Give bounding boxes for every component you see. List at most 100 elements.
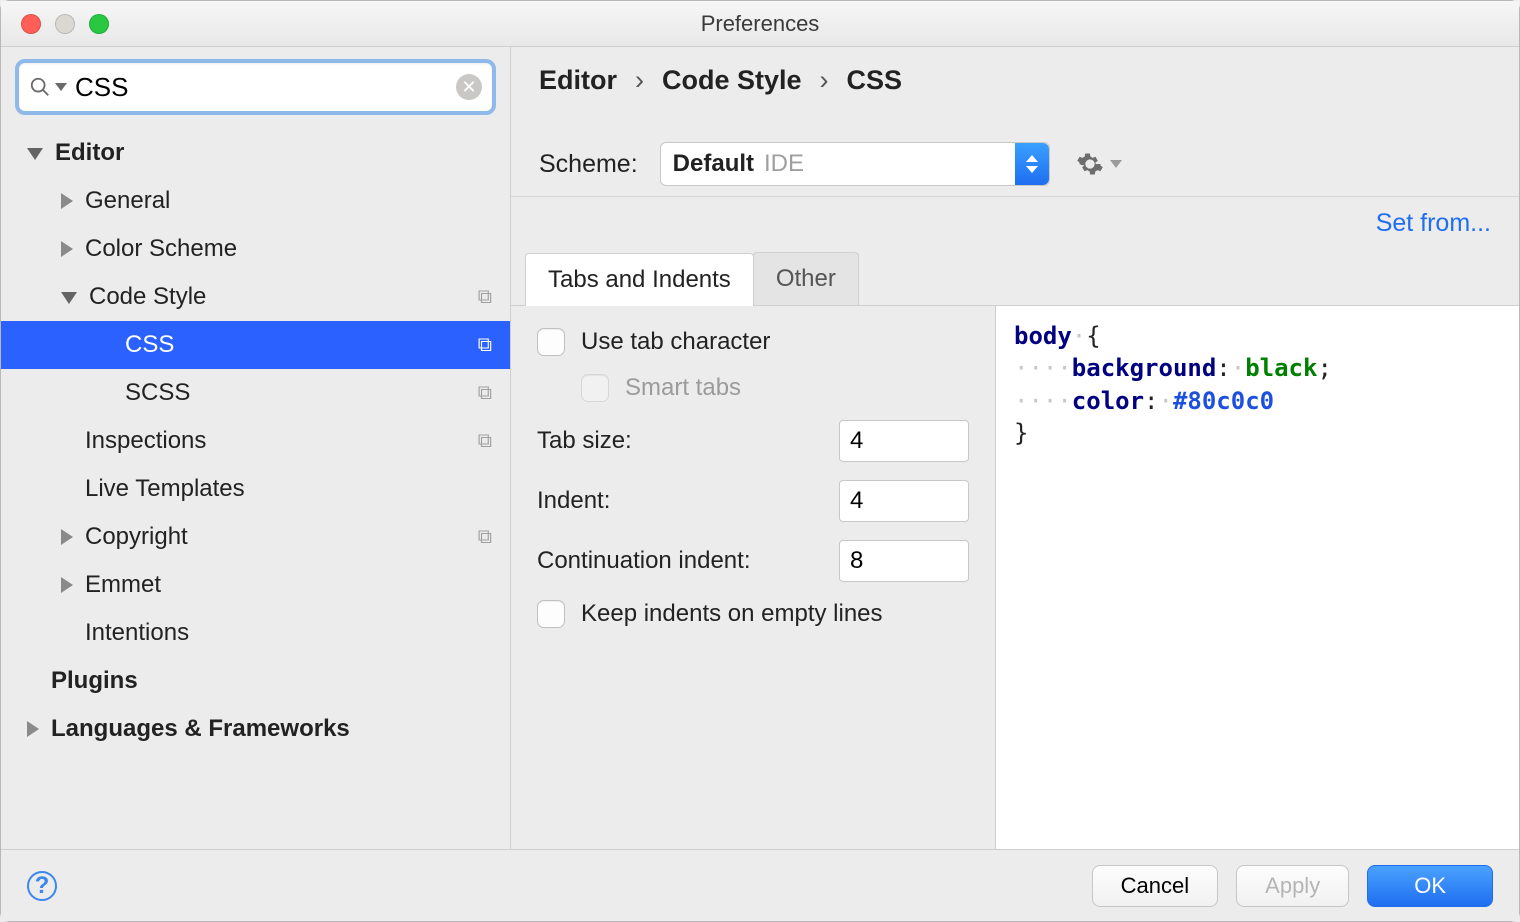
scheme-actions-button[interactable] — [1076, 150, 1122, 178]
preview-prop2: color — [1072, 387, 1144, 415]
crumb-css: CSS — [847, 65, 903, 96]
preview-val2: #80c0c0 — [1173, 387, 1274, 415]
scheme-name: Default — [673, 150, 754, 178]
tab-other[interactable]: Other — [753, 252, 859, 305]
ok-button[interactable]: OK — [1367, 865, 1493, 907]
tree-item-languages-frameworks[interactable]: Languages & Frameworks — [1, 705, 510, 753]
tab-size-input[interactable] — [839, 420, 969, 462]
scheme-label: Scheme: — [539, 150, 638, 179]
help-button[interactable]: ? — [27, 871, 57, 901]
window-title: Preferences — [1, 11, 1519, 37]
tree-item-label: Copyright — [85, 523, 478, 551]
tree-item-editor[interactable]: Editor — [1, 129, 510, 177]
smart-tabs-label: Smart tabs — [625, 374, 741, 402]
disclosure-icon[interactable] — [61, 241, 73, 257]
tree-item-live-templates[interactable]: Live Templates — [1, 465, 510, 513]
scheme-row: Scheme: Default IDE — [511, 118, 1519, 197]
crumb-sep: › — [820, 65, 829, 96]
copy-icon[interactable]: ⧉ — [478, 286, 492, 309]
clear-search-icon[interactable]: ✕ — [456, 74, 482, 100]
tree-item-label: Inspections — [85, 427, 478, 455]
footer: ? Cancel Apply OK — [1, 849, 1519, 921]
gear-icon — [1076, 150, 1104, 178]
search-field[interactable]: ✕ — [15, 59, 496, 115]
tabs: Tabs and Indents Other — [511, 252, 1519, 306]
tree-item-label: Live Templates — [85, 475, 492, 503]
tree-item-css[interactable]: CSS⧉ — [1, 321, 510, 369]
cont-indent-label: Continuation indent: — [537, 547, 823, 575]
use-tab-character-label: Use tab character — [581, 328, 770, 356]
tree-item-label: SCSS — [125, 379, 478, 407]
code-preview: body·{ ····background:·black; ····color:… — [996, 306, 1519, 849]
smart-tabs-row: Smart tabs — [581, 374, 969, 402]
disclosure-icon[interactable] — [61, 577, 73, 593]
crumb-editor[interactable]: Editor — [539, 65, 617, 96]
title-bar: Preferences — [1, 1, 1519, 47]
preview-val1: black — [1245, 354, 1317, 382]
tree-item-label: General — [85, 187, 492, 215]
indent-input[interactable] — [839, 480, 969, 522]
tree-item-label: Languages & Frameworks — [51, 715, 492, 743]
preview-selector: body — [1014, 322, 1072, 350]
sidebar: ✕ EditorGeneralColor SchemeCode Style⧉CS… — [1, 47, 511, 849]
disclosure-icon[interactable] — [27, 721, 39, 737]
tab-size-row: Tab size: — [537, 420, 969, 462]
tree-item-intentions[interactable]: Intentions — [1, 609, 510, 657]
search-history-icon[interactable] — [55, 83, 67, 91]
keep-indents-label: Keep indents on empty lines — [581, 600, 883, 628]
use-tab-character-checkbox[interactable] — [537, 328, 565, 356]
apply-button: Apply — [1236, 865, 1349, 907]
scheme-select[interactable]: Default IDE — [660, 142, 1050, 186]
tree-item-label: CSS — [125, 331, 478, 359]
copy-icon[interactable]: ⧉ — [478, 382, 492, 405]
cont-indent-row: Continuation indent: — [537, 540, 969, 582]
tree-item-label: Color Scheme — [85, 235, 492, 263]
crumb-sep: › — [635, 65, 644, 96]
tree-item-code-style[interactable]: Code Style⧉ — [1, 273, 510, 321]
tree-item-label: Editor — [55, 139, 492, 167]
scheme-sub: IDE — [764, 150, 804, 178]
indent-row: Indent: — [537, 480, 969, 522]
tab-tabs-and-indents[interactable]: Tabs and Indents — [525, 253, 754, 306]
tree-item-label: Plugins — [51, 667, 492, 695]
chevron-down-icon — [1110, 160, 1122, 168]
crumb-code-style[interactable]: Code Style — [662, 65, 802, 96]
tree-item-general[interactable]: General — [1, 177, 510, 225]
keep-indents-checkbox[interactable] — [537, 600, 565, 628]
main-panel: Editor › Code Style › CSS Scheme: Defaul… — [511, 47, 1519, 849]
tree-item-inspections[interactable]: Inspections⧉ — [1, 417, 510, 465]
set-from-link[interactable]: Set from... — [1376, 209, 1491, 237]
tree-item-copyright[interactable]: Copyright⧉ — [1, 513, 510, 561]
tree-item-label: Code Style — [89, 283, 478, 311]
settings-form: Use tab character Smart tabs Tab size: I… — [511, 306, 996, 849]
disclosure-icon[interactable] — [61, 529, 73, 545]
copy-icon[interactable]: ⧉ — [478, 430, 492, 453]
disclosure-icon[interactable] — [61, 292, 77, 304]
smart-tabs-checkbox — [581, 374, 609, 402]
cancel-button[interactable]: Cancel — [1092, 865, 1218, 907]
scheme-stepper-icon[interactable] — [1015, 143, 1049, 185]
copy-icon[interactable]: ⧉ — [478, 526, 492, 549]
search-wrap: ✕ — [1, 47, 510, 125]
tree-item-label: Intentions — [85, 619, 492, 647]
keep-indents-row: Keep indents on empty lines — [537, 600, 969, 628]
copy-icon[interactable]: ⧉ — [478, 334, 492, 357]
disclosure-icon[interactable] — [61, 193, 73, 209]
use-tab-character-row: Use tab character — [537, 328, 969, 356]
settings-tree[interactable]: EditorGeneralColor SchemeCode Style⧉CSS⧉… — [1, 125, 510, 849]
indent-label: Indent: — [537, 487, 823, 515]
cont-indent-input[interactable] — [839, 540, 969, 582]
tree-item-scss[interactable]: SCSS⧉ — [1, 369, 510, 417]
panel: Use tab character Smart tabs Tab size: I… — [511, 306, 1519, 849]
set-from-row: Set from... — [511, 197, 1519, 246]
search-input[interactable] — [75, 72, 456, 103]
tab-size-label: Tab size: — [537, 427, 823, 455]
tree-item-color-scheme[interactable]: Color Scheme — [1, 225, 510, 273]
content: ✕ EditorGeneralColor SchemeCode Style⧉CS… — [1, 47, 1519, 849]
search-icon — [29, 76, 51, 98]
tree-item-label: Emmet — [85, 571, 492, 599]
tree-item-emmet[interactable]: Emmet — [1, 561, 510, 609]
disclosure-icon[interactable] — [27, 148, 43, 160]
preview-prop1: background — [1072, 354, 1217, 382]
tree-item-plugins[interactable]: Plugins — [1, 657, 510, 705]
